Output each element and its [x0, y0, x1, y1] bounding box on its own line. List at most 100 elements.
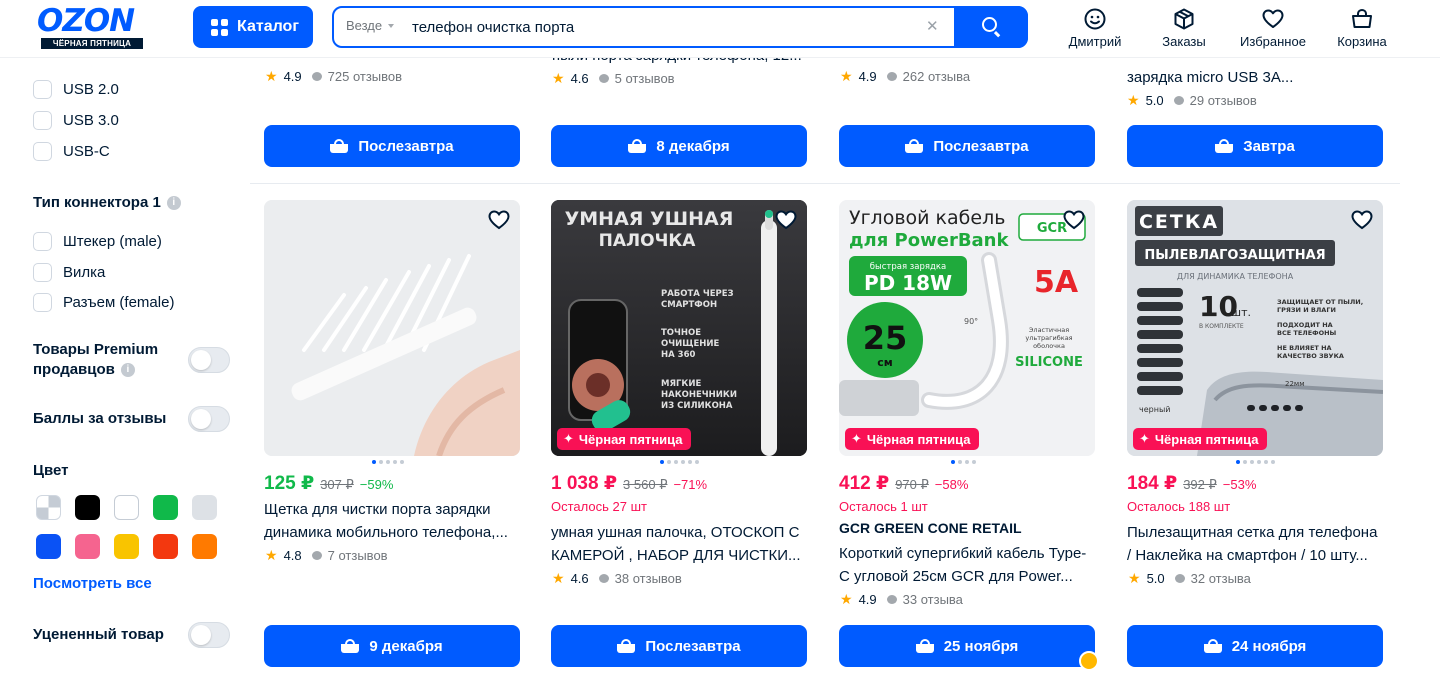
nav-cart[interactable]: Корзина: [1317, 7, 1407, 49]
product-title-line-2[interactable]: КАМЕРОЙ , НАБОР ДЛЯ ЧИСТКИ...: [551, 544, 807, 567]
image-text: Эластичная: [1029, 326, 1069, 334]
top-header: OZON ЧЁРНАЯ ПЯТНИЦА Каталог Везде ✕ Дмит…: [0, 0, 1440, 58]
ozon-logo[interactable]: OZON ЧЁРНАЯ ПЯТНИЦА: [37, 6, 153, 49]
filter-usb-2[interactable]: USB 2.0: [33, 80, 119, 99]
rating-row: ★ 4.6 38 отзывов: [552, 570, 682, 587]
delivery-button[interactable]: Послезавтра: [551, 625, 807, 667]
filter-option-label: Разъем (female): [63, 294, 175, 311]
favorite-heart-icon[interactable]: [1061, 208, 1087, 232]
color-swatch-mixed[interactable]: [36, 495, 61, 520]
image-text: ВСЕ ТЕЛЕФОНЫ: [1277, 329, 1337, 337]
info-icon[interactable]: i: [166, 195, 181, 210]
checkbox[interactable]: [33, 142, 52, 161]
premium-toggle[interactable]: [188, 347, 230, 373]
color-swatch-orange[interactable]: [192, 534, 217, 559]
delivery-button[interactable]: Послезавтра: [839, 125, 1095, 167]
rating-row: ★ 4.9 262 отзыва: [840, 68, 970, 85]
checkbox[interactable]: [33, 293, 52, 312]
nav-orders[interactable]: Заказы: [1139, 7, 1229, 49]
filter-female[interactable]: Разъем (female): [33, 293, 174, 312]
brand-name[interactable]: GCR GREEN CONE RETAIL: [839, 520, 1022, 536]
nav-profile[interactable]: Дмитрий: [1050, 7, 1140, 49]
image-carousel-dots[interactable]: [951, 460, 976, 464]
favorite-heart-icon[interactable]: [1349, 208, 1375, 232]
search-button[interactable]: [954, 6, 1028, 48]
favorite-heart-icon[interactable]: [773, 208, 799, 232]
product-image[interactable]: УМНАЯ УШНАЯ ПАЛОЧКА РАБОТА ЧЕРЕЗ СМАРТФО…: [551, 200, 807, 456]
delivery-button[interactable]: 24 ноября: [1127, 625, 1383, 667]
image-carousel-dots[interactable]: [372, 460, 404, 464]
product-title-line-2[interactable]: динамика мобильного телефона,...: [264, 521, 520, 544]
favorite-heart-icon[interactable]: [486, 208, 512, 232]
review-count[interactable]: 33 отзыва: [886, 592, 963, 607]
nav-orders-label: Заказы: [1162, 34, 1206, 49]
catalog-button[interactable]: Каталог: [193, 6, 313, 48]
filter-option-label: USB 2.0: [63, 81, 119, 98]
connector-filter-title: Тип коннектора 1 i: [33, 194, 181, 211]
points-toggle[interactable]: [188, 406, 230, 432]
review-count[interactable]: 32 отзыва: [1174, 571, 1251, 586]
checkbox[interactable]: [33, 80, 52, 99]
old-price: 307 ₽: [320, 477, 354, 492]
comment-icon: [1173, 96, 1184, 105]
discounted-toggle[interactable]: [188, 622, 230, 648]
rating-value: 4.6: [570, 571, 589, 586]
color-swatch-yellow[interactable]: [114, 534, 139, 559]
review-count[interactable]: 38 отзывов: [598, 571, 682, 586]
close-icon[interactable]: ✕: [926, 17, 939, 35]
image-text: НАКОНЕЧНИКИ: [661, 390, 737, 400]
color-swatch-green[interactable]: [153, 495, 178, 520]
color-swatch-blue[interactable]: [36, 534, 61, 559]
filter-male[interactable]: Штекер (male): [33, 232, 162, 251]
image-carousel-dots[interactable]: [1236, 460, 1275, 464]
product-title[interactable]: Щетка для чистки порта зарядки: [264, 498, 520, 521]
color-swatch-pink[interactable]: [75, 534, 100, 559]
delivery-button[interactable]: Завтра: [1127, 125, 1383, 167]
price-row: 1 038 ₽ 3 560 ₽ −71%: [551, 472, 707, 495]
review-count[interactable]: 262 отзыва: [886, 69, 970, 84]
see-all-colors-link[interactable]: Посмотреть все: [33, 575, 152, 592]
filter-plug[interactable]: Вилка: [33, 263, 105, 282]
cart-icon: [1203, 639, 1222, 653]
product-image[interactable]: Угловой кабель для PowerBank быстрая зар…: [839, 200, 1095, 456]
product-title[interactable]: Короткий супергибкий кабель Type-: [839, 542, 1095, 565]
image-text: оболочка: [1033, 342, 1065, 350]
review-count[interactable]: 7 отзывов: [311, 548, 388, 563]
checkbox[interactable]: [33, 263, 52, 282]
premium-filter-title: Товары Premium: [33, 341, 158, 358]
delivery-button[interactable]: 25 ноября: [839, 625, 1095, 667]
image-text: ультрагибкая: [1025, 334, 1072, 342]
price-row: 184 ₽ 392 ₽ −53%: [1127, 472, 1256, 495]
nav-favorites[interactable]: Избранное: [1228, 7, 1318, 49]
search-scope-select[interactable]: Везде: [346, 18, 382, 33]
product-title-line-2[interactable]: / Наклейка на смартфон / 10 шту...: [1127, 544, 1383, 567]
checkbox[interactable]: [33, 111, 52, 130]
product-title[interactable]: умная ушная палочка, ОТОСКОП С: [551, 521, 807, 544]
filter-usb-c[interactable]: USB-C: [33, 142, 110, 161]
color-swatch-gray[interactable]: [192, 495, 217, 520]
product-title-tail[interactable]: зарядка micro USB 3A...: [1127, 66, 1383, 89]
image-headline: СЕТКА: [1139, 211, 1219, 233]
product-image[interactable]: [264, 200, 520, 456]
discount-badge: −71%: [673, 477, 708, 492]
review-count[interactable]: 5 отзывов: [598, 71, 675, 86]
product-title-line-2[interactable]: C угловой 25см GCR для Power...: [839, 565, 1095, 588]
product-image[interactable]: СЕТКА ПЫЛЕВЛАГОЗАЩИТНАЯ ДЛЯ ДИНАМИКА ТЕЛ…: [1127, 200, 1383, 456]
delivery-button[interactable]: 8 декабря: [551, 125, 807, 167]
delivery-button[interactable]: 9 декабря: [264, 625, 520, 667]
review-count[interactable]: 29 отзывов: [1173, 93, 1257, 108]
color-swatch-white[interactable]: [114, 495, 139, 520]
info-icon[interactable]: i: [120, 362, 135, 377]
review-count[interactable]: 725 отзывов: [311, 69, 402, 84]
search-icon: [982, 17, 997, 32]
color-swatch-red[interactable]: [153, 534, 178, 559]
search-input[interactable]: [412, 16, 912, 38]
checkbox[interactable]: [33, 232, 52, 251]
product-title[interactable]: Пылезащитная сетка для телефона: [1127, 521, 1383, 544]
image-carousel-dots[interactable]: [660, 460, 699, 464]
rating-row: ★ 5.0 29 отзывов: [1127, 92, 1257, 109]
delivery-button[interactable]: Послезавтра: [264, 125, 520, 167]
filter-usb-3[interactable]: USB 3.0: [33, 111, 119, 130]
color-title-text: Цвет: [33, 462, 69, 479]
color-swatch-black[interactable]: [75, 495, 100, 520]
